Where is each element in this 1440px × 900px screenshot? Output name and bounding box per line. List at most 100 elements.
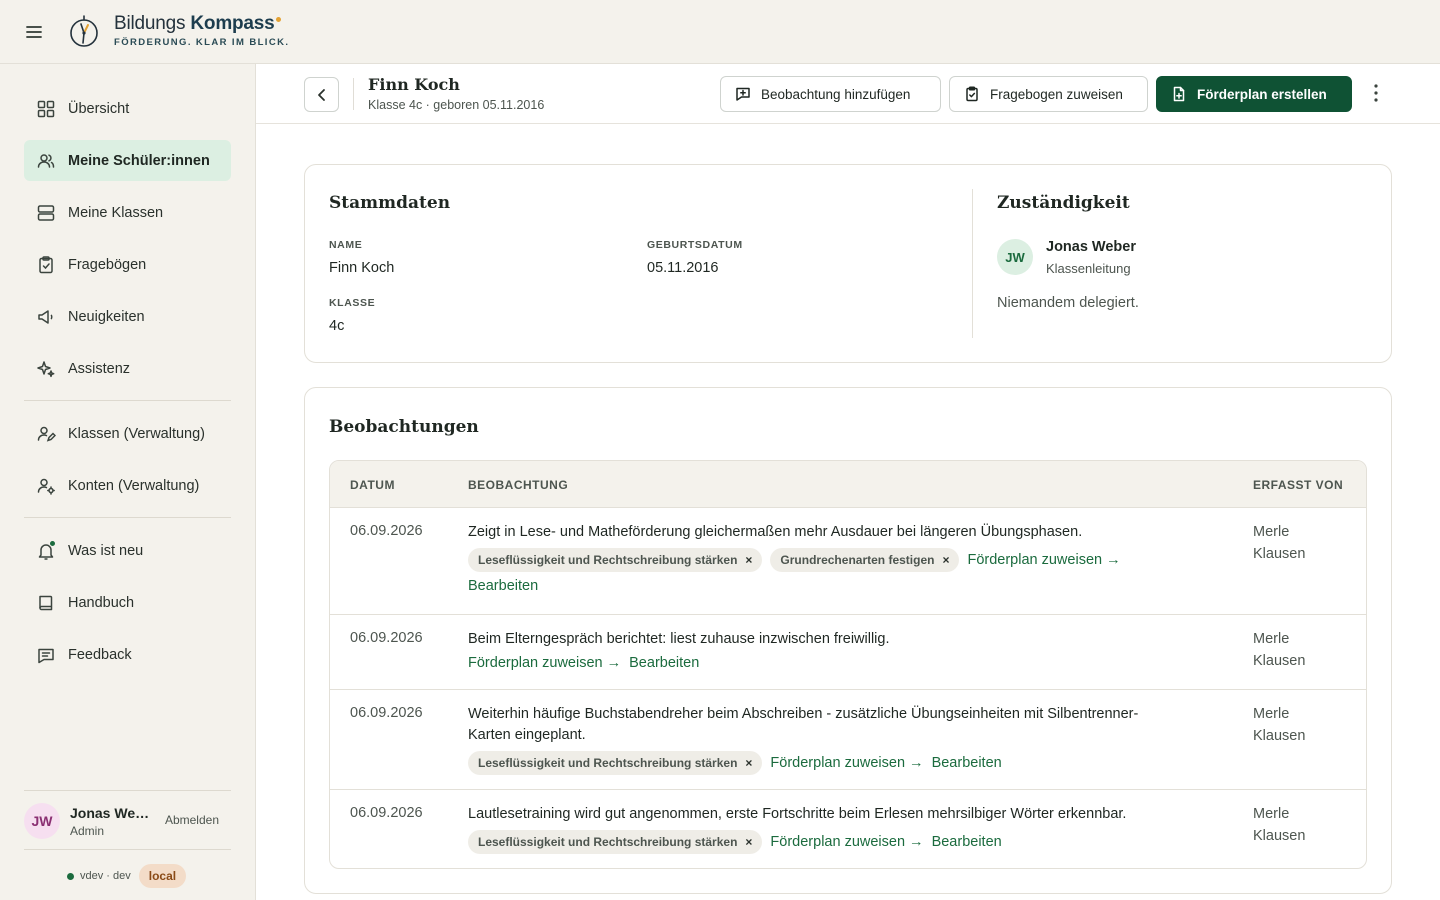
notification-dot <box>49 539 56 547</box>
sidebar-item-was-ist-neu[interactable]: Was ist neu <box>24 530 231 571</box>
assign-questionnaire-label: Fragebogen zuweisen <box>990 86 1123 102</box>
sidebar-item-feedback[interactable]: Feedback <box>24 634 231 675</box>
env-badge: local <box>138 864 187 888</box>
sidebar-item-label: Konten (Verwaltung) <box>68 477 200 494</box>
goal-chip-label: Grundrechenarten festigen <box>780 553 935 567</box>
goal-chip-label: Leseflüssigkeit und Rechtschreibung stär… <box>478 835 738 849</box>
section-title-beobachtungen: Beobachtungen <box>329 417 479 437</box>
table-row: 06.09.2026 Beim Elterngespräch berichtet… <box>330 615 1366 690</box>
table-row: 06.09.2026 Weiterhin häufige Buchstabend… <box>330 690 1366 790</box>
observation-actions: Förderplan zuweisen → Bearbeiten <box>468 655 699 671</box>
assign-plan-link[interactable]: Förderplan zuweisen → <box>468 655 621 671</box>
goal-chip-label: Leseflüssigkeit und Rechtschreibung stär… <box>478 553 738 567</box>
clipboard-check-icon <box>964 86 980 102</box>
goal-chip: Grundrechenarten festigen × <box>770 548 960 572</box>
observation-tags: Leseflüssigkeit und Rechtschreibung stär… <box>468 830 1002 854</box>
observation-actions: Bearbeiten <box>468 578 538 594</box>
sidebar-item-konten-verwaltung[interactable]: Konten (Verwaltung) <box>24 465 231 506</box>
sidebar-item-meine-schueler[interactable]: Meine Schüler:innen <box>24 140 231 181</box>
class-label: KLASSE <box>329 297 376 309</box>
book-icon <box>36 593 56 613</box>
column-header-date[interactable]: DATUM <box>350 478 395 492</box>
remove-chip-icon[interactable]: × <box>745 756 752 770</box>
recorded-by: Merle Klausen <box>1253 806 1306 844</box>
create-plan-button[interactable]: Förderplan erstellen <box>1156 76 1352 112</box>
sidebar-item-neuigkeiten[interactable]: Neuigkeiten <box>24 296 231 337</box>
sidebar-divider <box>24 400 231 401</box>
edit-link[interactable]: Bearbeiten <box>932 755 1002 771</box>
brand-dot <box>275 17 281 22</box>
name-value: Finn Koch <box>329 260 395 276</box>
observation-date: 06.09.2026 <box>350 523 423 539</box>
observation-text: Lautlesetraining wird gut angenommen, er… <box>468 806 1127 822</box>
megaphone-icon <box>36 307 56 327</box>
responsible-name: Jonas Weber <box>1046 239 1136 255</box>
sparkles-icon <box>36 359 56 379</box>
logout-button[interactable]: Abmelden <box>165 813 219 827</box>
compass-logo-icon[interactable] <box>68 13 100 49</box>
assign-questionnaire-button[interactable]: Fragebogen zuweisen <box>949 76 1148 112</box>
birth-value: 05.11.2016 <box>647 260 719 276</box>
brand-name: Bildungs Kompass <box>114 13 289 35</box>
observation-tags: Leseflüssigkeit und Rechtschreibung stär… <box>468 548 1139 572</box>
file-plus-icon <box>1171 86 1187 102</box>
edit-link[interactable]: Bearbeiten <box>629 655 699 671</box>
more-options-icon[interactable] <box>1366 82 1386 104</box>
user-name: Jonas Weber <box>70 805 152 821</box>
sidebar-item-assistenz[interactable]: Assistenz <box>24 348 231 389</box>
observation-date: 06.09.2026 <box>350 630 423 646</box>
sidebar-item-uebersicht[interactable]: Übersicht <box>24 88 231 129</box>
sidebar-item-handbuch[interactable]: Handbuch <box>24 582 231 623</box>
top-bar: Bildungs Kompass FÖRDERUNG. KLAR IM BLIC… <box>0 0 1440 64</box>
column-header-by[interactable]: ERFASST VON <box>1253 478 1343 492</box>
sidebar-item-meine-klassen[interactable]: Meine Klassen <box>24 192 231 233</box>
environment-indicator: vdev · dev local <box>67 864 187 888</box>
name-label: NAME <box>329 239 363 251</box>
sidebar-item-label: Klassen (Verwaltung) <box>68 425 206 442</box>
edit-link[interactable]: Bearbeiten <box>468 578 538 594</box>
table-row: 06.09.2026 Zeigt in Lese- und Matheförde… <box>330 508 1366 615</box>
remove-chip-icon[interactable]: × <box>745 835 752 849</box>
message-icon <box>36 645 56 665</box>
add-observation-button[interactable]: Beobachtung hinzufügen <box>720 76 941 112</box>
observation-text: Weiterhin häufige Buchstabendreher beim … <box>468 706 1139 743</box>
recorded-by: Merle Klausen <box>1253 706 1306 744</box>
message-plus-icon <box>735 86 751 102</box>
observation-text: Zeigt in Lese- und Matheförderung gleich… <box>468 524 1083 540</box>
sidebar-item-frageboegen[interactable]: Fragebögen <box>24 244 231 285</box>
sidebar-item-label: Meine Klassen <box>68 204 164 221</box>
chevron-left-icon <box>317 88 325 101</box>
remove-chip-icon[interactable]: × <box>942 553 949 567</box>
env-text: vdev · dev <box>80 870 131 882</box>
users-icon <box>36 151 56 171</box>
clipboard-icon <box>36 255 56 275</box>
recorded-by: Merle Klausen <box>1253 631 1306 669</box>
observation-date: 06.09.2026 <box>350 705 423 721</box>
sidebar-item-label: Neuigkeiten <box>68 308 145 325</box>
master-data-card: Stammdaten NAME Finn Koch GEBURTSDATUM 0… <box>304 164 1392 363</box>
column-header-observation[interactable]: BEOBACHTUNG <box>468 478 568 492</box>
assign-plan-link[interactable]: Förderplan zuweisen → <box>770 834 923 850</box>
section-title-stammdaten: Stammdaten <box>329 193 451 213</box>
sidebar-item-klassen-verwaltung[interactable]: Klassen (Verwaltung) <box>24 413 231 454</box>
back-button[interactable] <box>304 77 339 112</box>
sidebar-item-label: Assistenz <box>68 360 131 377</box>
edit-link[interactable]: Bearbeiten <box>932 834 1002 850</box>
sidebar-item-label: Fragebögen <box>68 256 147 273</box>
delegation-status: Niemandem delegiert. <box>997 295 1139 311</box>
brand-logo[interactable]: Bildungs Kompass FÖRDERUNG. KLAR IM BLIC… <box>114 13 289 48</box>
sidebar: Übersicht Meine Schüler:innen Meine Klas… <box>0 64 256 900</box>
table-row: 06.09.2026 Lautlesetraining wird gut ang… <box>330 790 1366 868</box>
user-cog-icon <box>36 476 56 496</box>
user-panel: JW Jonas Weber Admin Abmelden <box>24 790 231 850</box>
assign-plan-link[interactable]: Förderplan zuweisen → <box>770 755 923 771</box>
remove-chip-icon[interactable]: × <box>745 553 752 567</box>
goal-chip: Leseflüssigkeit und Rechtschreibung stär… <box>468 548 763 572</box>
assign-plan-link[interactable]: Förderplan zuweisen → <box>967 552 1120 568</box>
card-divider <box>972 189 973 338</box>
menu-icon[interactable] <box>24 22 44 42</box>
goal-chip: Leseflüssigkeit und Rechtschreibung stär… <box>468 830 763 854</box>
sidebar-item-label: Meine Schüler:innen <box>68 152 210 169</box>
sidebar-item-label: Feedback <box>68 646 132 663</box>
avatar[interactable]: JW <box>24 803 60 839</box>
